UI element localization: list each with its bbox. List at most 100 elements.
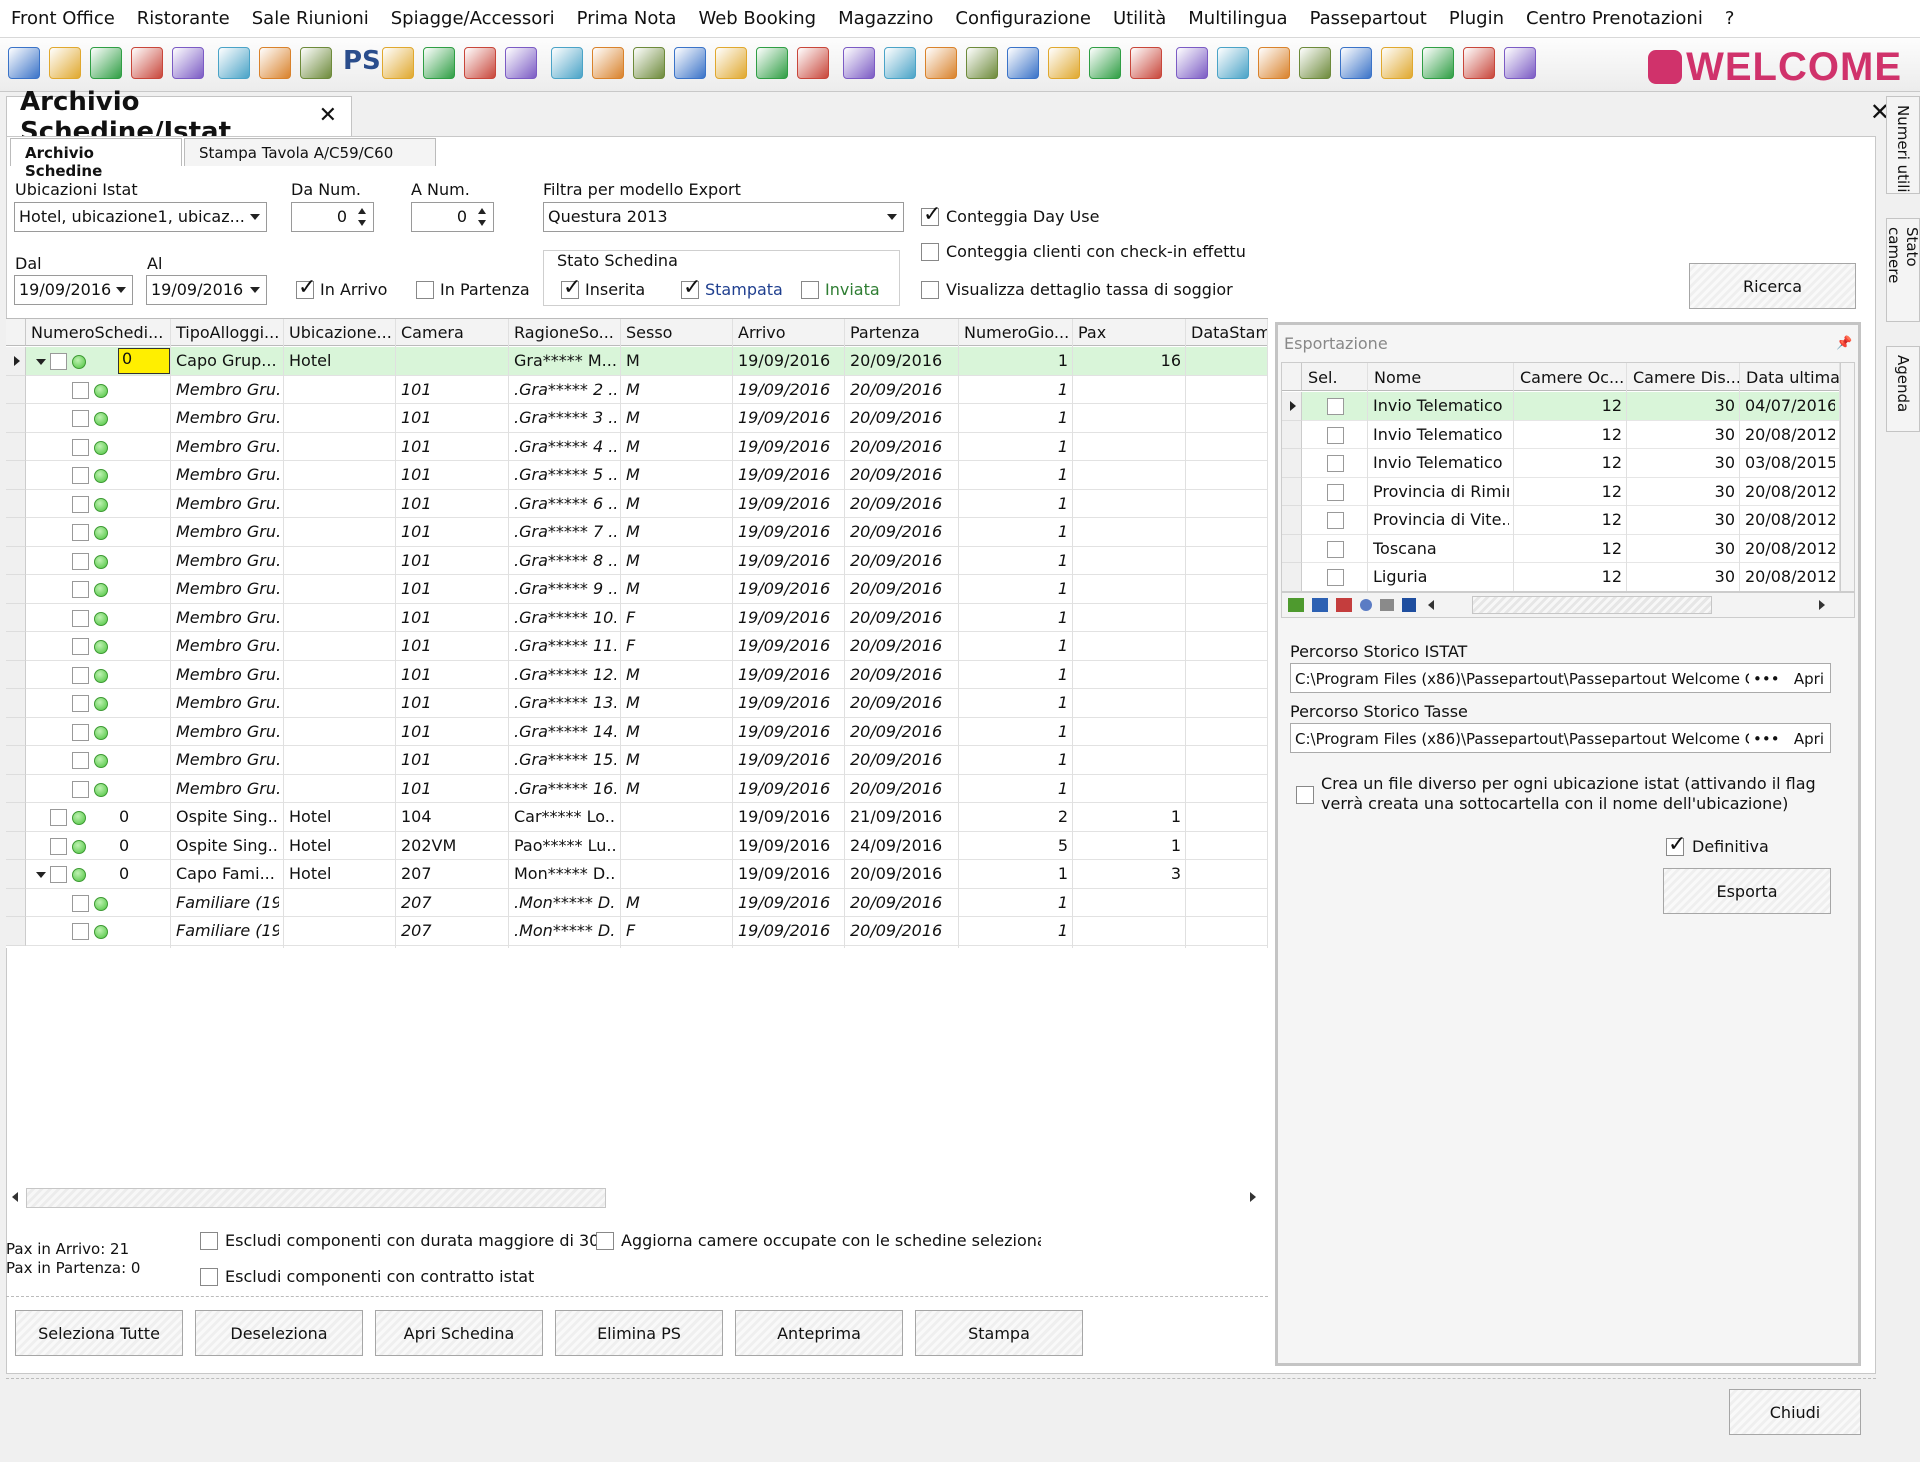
column-header-9[interactable]: Pax (1073, 319, 1186, 346)
menu-item-13[interactable]: ? (1714, 8, 1746, 29)
aggiorna-camere-checkbox[interactable] (596, 1232, 614, 1250)
row-selector[interactable] (6, 489, 26, 518)
document-icon[interactable] (300, 47, 332, 79)
lock-icon[interactable] (1381, 47, 1413, 79)
inviata-checkbox[interactable] (801, 281, 819, 299)
export-select-checkbox[interactable] (1327, 398, 1344, 415)
table-row[interactable]: Membro Gru... 101 .Gra***** 8 ... M 19/09/20… (6, 546, 1268, 575)
table-row[interactable]: Membro Gru... 101 .Gra***** 6 ... M 19/09/20… (6, 489, 1268, 518)
row-checkbox[interactable] (72, 780, 89, 798)
row-selector[interactable] (6, 860, 26, 889)
row-selector[interactable] (6, 518, 26, 547)
row-selector[interactable] (6, 546, 26, 575)
column-header-0[interactable]: NumeroSchedi... (26, 319, 171, 346)
table-row[interactable]: Membro Gru... 101 .Gra***** 2 ... M 19/09/20… (6, 375, 1268, 404)
table-row[interactable]: 0 Capo Grup... Hotel Gra***** M... M 19/09/20… (6, 347, 1268, 376)
grid-icon[interactable] (131, 47, 163, 79)
action-button-2[interactable]: Apri Schedina (375, 1310, 543, 1356)
menu-item-5[interactable]: Web Booking (687, 8, 827, 29)
row-selector[interactable] (6, 461, 26, 490)
clock-icon[interactable] (1007, 47, 1039, 79)
table-row[interactable]: Membro Gru... 101 .Gra***** 10... F 19/09/20… (6, 603, 1268, 632)
planner-icon[interactable] (49, 47, 81, 79)
row-selector[interactable] (6, 746, 26, 775)
edit-icon[interactable] (218, 47, 250, 79)
menu-item-6[interactable]: Magazzino (827, 8, 944, 29)
column-header-5[interactable]: Sesso (621, 319, 733, 346)
row-selector[interactable] (6, 375, 26, 404)
spin-down-icon[interactable] (358, 220, 366, 226)
globe-icon[interactable] (259, 47, 291, 79)
menu-item-2[interactable]: Sale Riunioni (241, 8, 380, 29)
column-header-2[interactable]: Ubicazione... (284, 319, 396, 346)
column-header-7[interactable]: Partenza (845, 319, 959, 346)
spin-down-icon[interactable] (478, 220, 486, 226)
row-checkbox[interactable] (72, 381, 89, 399)
menu-item-9[interactable]: Multilingua (1177, 8, 1298, 29)
stampata-checkbox[interactable] (681, 275, 701, 300)
row-selector[interactable] (6, 603, 26, 632)
screen-icon[interactable] (1048, 47, 1080, 79)
table-row[interactable]: Membro Gru... 101 .Gra***** 16... M 19/09/20… (6, 774, 1268, 803)
menu-item-7[interactable]: Configurazione (944, 8, 1102, 29)
row-checkbox[interactable] (72, 638, 89, 655)
file-icon[interactable] (464, 47, 496, 79)
menu-item-12[interactable]: Centro Prenotazioni (1515, 8, 1714, 29)
pencil-icon[interactable] (925, 47, 957, 79)
table-row[interactable]: 0 Capo Fami... Hotel 207 Mon***** D... 19/09/… (6, 860, 1268, 889)
printer-icon[interactable] (674, 47, 706, 79)
row-checkbox[interactable] (72, 695, 89, 712)
export-refresh-icon[interactable] (1360, 599, 1372, 611)
dal-date-picker[interactable]: 19/09/2016 (14, 275, 133, 305)
group-icon[interactable] (423, 47, 455, 79)
export-column-header-4[interactable]: Data ultima (1740, 363, 1840, 391)
rail-tab-stato-camere[interactable]: Stato camere (1885, 218, 1920, 322)
table-row[interactable]: Membro Gru... 101 .Gra***** 4 ... M 19/09/20… (6, 432, 1268, 461)
grid-horizontal-scrollbar[interactable] (26, 1188, 606, 1208)
row-checkbox[interactable] (72, 495, 89, 513)
menu-item-10[interactable]: Passepartout (1299, 8, 1438, 29)
esporta-button[interactable]: Esporta (1663, 868, 1831, 914)
export-column-header-2[interactable]: Camere Oc... (1514, 363, 1627, 391)
column-header-6[interactable]: Arrivo (733, 319, 845, 346)
export-edit-icon[interactable] (1312, 598, 1328, 612)
export-row-selector[interactable] (1282, 420, 1302, 449)
puzzle-icon[interactable] (1463, 47, 1495, 79)
row-checkbox[interactable] (72, 609, 89, 627)
export-column-header-1[interactable]: Nome (1368, 363, 1514, 391)
tassa-checkbox[interactable] (921, 281, 939, 299)
column-header-10[interactable]: DataStamp (1186, 319, 1268, 346)
keys-icon[interactable] (592, 47, 624, 79)
export-delete-icon[interactable] (1336, 598, 1352, 612)
row-checkbox[interactable] (72, 723, 89, 741)
ricerca-button[interactable]: Ricerca (1689, 263, 1856, 309)
table-row[interactable]: Membro Gru... 101 .Gra***** 13... M 19/09/20… (6, 689, 1268, 718)
istat-browse-button[interactable]: ••• (1753, 670, 1780, 688)
table-icon[interactable] (505, 47, 537, 79)
export-column-header-0[interactable]: Sel. (1302, 363, 1368, 391)
row-selector[interactable] (6, 917, 26, 946)
a-num-stepper[interactable]: 0 (411, 202, 494, 232)
person-icon[interactable] (382, 47, 414, 79)
tasse-browse-button[interactable]: ••• (1753, 730, 1780, 748)
calendar-icon[interactable] (8, 47, 40, 79)
row-checkbox[interactable] (50, 837, 67, 855)
export-row-selector[interactable] (1282, 506, 1302, 535)
calculator-icon[interactable] (1340, 47, 1372, 79)
coffee-icon[interactable] (797, 47, 829, 79)
user-search-icon[interactable] (1130, 47, 1162, 79)
row-checkbox[interactable] (72, 467, 89, 484)
definitiva-checkbox[interactable] (1666, 832, 1686, 857)
escludi-durata-checkbox[interactable] (200, 1232, 218, 1250)
tab-archivio-schedine[interactable]: Archivio Schedine (10, 138, 182, 180)
table-row[interactable]: Membro Gru... 101 .Gra***** 11... F 19/09/20… (6, 632, 1268, 661)
export-select-checkbox[interactable] (1327, 569, 1344, 586)
row-selector[interactable] (6, 660, 26, 689)
table-row[interactable]: Membro Gru... 101 .Gra***** 5 ... M 19/09/20… (6, 461, 1268, 490)
row-checkbox[interactable] (72, 438, 89, 456)
ubicazioni-select[interactable]: Hotel, ubicazione1, ubicaz... (14, 202, 267, 232)
escludi-contratto-checkbox[interactable] (200, 1268, 218, 1286)
menu-item-3[interactable]: Spiagge/Accessori (380, 8, 566, 29)
rail-tab-agenda[interactable]: Agenda (1886, 346, 1920, 432)
scroll-right-icon[interactable] (1250, 1192, 1256, 1202)
